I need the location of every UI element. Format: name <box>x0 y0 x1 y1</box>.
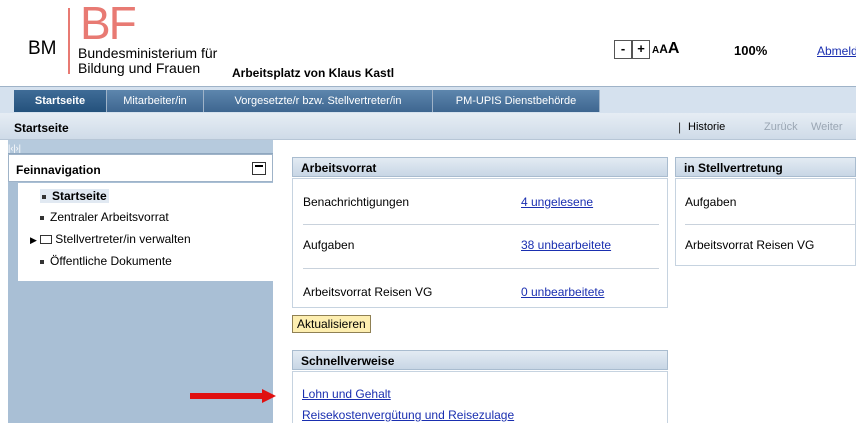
logout-link[interactable]: Abmelden <box>817 44 856 58</box>
nav-toggle-icons[interactable]: |‹|›| <box>8 143 21 153</box>
tab-vorgesetzte[interactable]: Vorgesetzte/r bzw. Stellvertreter/in <box>204 90 433 112</box>
toolbar-separator: | <box>678 120 682 134</box>
header: BM BF Bundesministerium für Bildung und … <box>0 0 856 86</box>
deputy-row-label: Arbeitsvorrat Reisen VG <box>685 238 815 252</box>
refresh-button[interactable]: Aktualisieren <box>292 315 371 333</box>
font-size-letter-medium: A <box>659 42 668 56</box>
salary-link[interactable]: Lohn und Gehalt <box>302 387 391 401</box>
forward-button[interactable]: Weiter <box>811 121 843 133</box>
nav-title: Feinnavigation <box>16 163 101 177</box>
folder-icon <box>40 235 53 245</box>
nav-item-zentraler-arbeitsvorrat[interactable]: Zentraler Arbeitsvorrat <box>40 210 169 224</box>
annotation-arrow-shaft <box>190 393 264 399</box>
worklist-row-label: Benachrichtigungen <box>303 195 410 209</box>
page-toolbar: Startseite | Historie Zurück Weiter <box>0 113 856 140</box>
worklist-row-label: Arbeitsvorrat Reisen VG <box>303 285 433 299</box>
nav-item-startseite[interactable]: Startseite <box>40 189 109 203</box>
tab-bar: Startseite Mitarbeiter/in Vorgesetzte/r … <box>0 86 856 113</box>
tasks-link[interactable]: 38 unbearbeitete <box>521 238 611 252</box>
font-size-icon[interactable]: AAA <box>652 40 679 58</box>
annotation-arrow-icon <box>262 389 276 403</box>
bullet-icon <box>40 259 44 264</box>
bullet-icon <box>40 215 44 220</box>
bullet-icon <box>42 194 46 199</box>
worklist-panel: Benachrichtigungen 4 ungelesene Aufgaben… <box>292 178 668 308</box>
page-title: Startseite <box>14 121 69 135</box>
font-increase-button[interactable]: + <box>632 40 650 59</box>
font-decrease-button[interactable]: - <box>614 40 632 59</box>
quicklinks-panel: Lohn und Gehalt Reisekostenvergütung und… <box>292 371 668 423</box>
logo-bf: BF <box>80 0 137 49</box>
travel-worklist-link[interactable]: 0 unbearbeitete <box>521 285 604 299</box>
expand-triangle-icon[interactable]: ▶ <box>30 235 37 245</box>
tab-startseite[interactable]: Startseite <box>14 90 107 112</box>
workplace-title: Arbeitsplatz von Klaus Kastl <box>232 66 395 80</box>
history-menu[interactable]: Historie <box>688 121 725 133</box>
travel-expenses-link[interactable]: Reisekostenvergütung und Reisezulage <box>302 408 514 422</box>
tab-pm-upis[interactable]: PM-UPIS Dienstbehörde <box>433 90 600 112</box>
nav-item-label: Startseite <box>52 189 107 203</box>
nav-item-label: Öffentliche Dokumente <box>50 254 172 268</box>
collapse-nav-button[interactable] <box>252 162 266 175</box>
tab-mitarbeiter[interactable]: Mitarbeiter/in <box>107 90 204 112</box>
worklist-header: Arbeitsvorrat <box>292 157 668 177</box>
nav-item-label: Stellvertreter/in verwalten <box>55 232 191 246</box>
logo-bm: BM <box>28 38 57 59</box>
quicklinks-header: Schnellverweise <box>292 350 668 370</box>
row-divider <box>303 224 659 225</box>
font-size-letter-large: A <box>667 40 680 57</box>
ministry-name-line2: Bildung und Frauen <box>78 60 201 76</box>
notifications-link[interactable]: 4 ungelesene <box>521 195 593 209</box>
logo-divider <box>68 8 70 74</box>
back-button[interactable]: Zurück <box>764 121 798 133</box>
nav-item-stellvertreter[interactable]: ▶ Stellvertreter/in verwalten <box>30 232 191 246</box>
worklist-row-label: Aufgaben <box>303 238 355 252</box>
row-divider <box>685 224 856 225</box>
ministry-name-line1: Bundesministerium für <box>78 45 218 61</box>
nav-item-label: Zentraler Arbeitsvorrat <box>50 210 169 224</box>
nav-toggle-bar[interactable]: |‹|›| <box>8 140 273 154</box>
deputy-header: in Stellvertretung <box>675 157 856 177</box>
nav-item-oeffentliche-dokumente[interactable]: Öffentliche Dokumente <box>40 254 172 268</box>
nav-list: Startseite Zentraler Arbeitsvorrat ▶ Ste… <box>18 183 273 281</box>
deputy-row-label: Aufgaben <box>685 195 737 209</box>
row-divider <box>303 268 659 269</box>
zoom-level: 100% <box>734 43 768 58</box>
deputy-panel: Aufgaben Arbeitsvorrat Reisen VG <box>675 178 856 266</box>
